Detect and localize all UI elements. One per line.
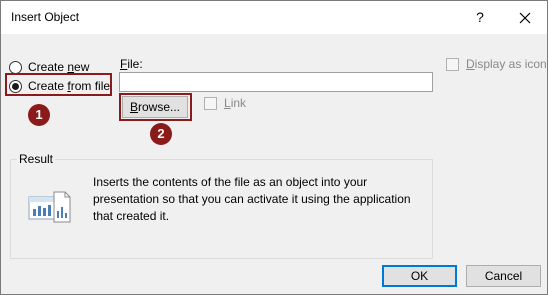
display-as-icon-checkbox[interactable] [446, 57, 459, 71]
link-checkbox-row[interactable]: Link [204, 96, 246, 110]
create-new-label: Create new [28, 60, 90, 74]
close-icon[interactable] [513, 5, 537, 29]
radio-create-from-file[interactable]: Create from file [9, 79, 110, 93]
window-title: Insert Object [11, 10, 80, 24]
insert-object-dialog: Insert Object ? Create new Create from f… [0, 0, 548, 295]
radio-create-new-dot[interactable] [9, 60, 22, 74]
file-label: File: [120, 57, 143, 71]
link-checkbox[interactable] [204, 96, 217, 110]
display-as-icon-row[interactable]: Display as icon [446, 57, 547, 71]
file-path-input[interactable] [119, 72, 433, 92]
step-1-badge: 1 [28, 104, 50, 126]
radio-create-from-file-dot[interactable] [9, 79, 22, 93]
link-label: Link [224, 96, 247, 110]
browse-button[interactable]: Browse... [122, 96, 188, 118]
ok-button[interactable]: OK [382, 265, 457, 287]
result-legend: Result [17, 152, 56, 166]
step-2-badge: 2 [150, 123, 172, 145]
cancel-button[interactable]: Cancel [466, 265, 541, 287]
result-description: Inserts the contents of the file as an o… [93, 175, 411, 223]
help-button[interactable]: ? [468, 5, 492, 29]
display-as-icon-label: Display as icon [466, 57, 547, 71]
title-bar: Insert Object ? [1, 1, 547, 34]
radio-create-new[interactable]: Create new [9, 60, 89, 74]
create-from-file-label: Create from file [28, 79, 111, 93]
object-file-icon [28, 191, 71, 223]
